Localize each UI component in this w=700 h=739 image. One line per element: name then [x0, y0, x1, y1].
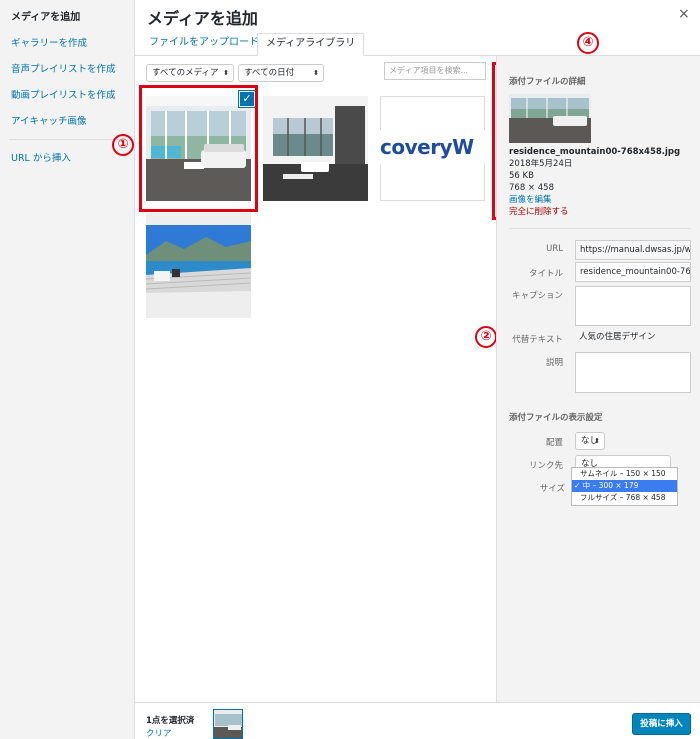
edit-image-link[interactable]: 画像を編集: [509, 195, 552, 206]
selected-thumb[interactable]: [213, 709, 243, 739]
attachment-filesize: 56 KB: [509, 171, 534, 181]
description-label: 説明: [545, 358, 563, 368]
media-thumb-logo-image[interactable]: coveryW: [380, 96, 485, 201]
align-select[interactable]: なし ⬍: [575, 432, 605, 450]
tab-media-library[interactable]: メディアライブラリ: [257, 33, 365, 56]
logo-image-text: coveryW: [380, 130, 485, 164]
attachment-dimensions: 768 × 458: [509, 183, 554, 193]
attachment-filename: residence_mountain00-768x458.jpg: [509, 147, 681, 157]
size-dropdown[interactable]: サムネイル – 150 × 150 ✓ 中 – 300 × 179 フルサイズ …: [571, 467, 678, 506]
title-label: タイトル: [528, 269, 563, 279]
sidebar-item-add-media[interactable]: メディアを追加: [11, 8, 134, 23]
media-tabs: ファイルをアップロード メディアライブラリ: [135, 30, 700, 56]
clear-selection-link[interactable]: クリア: [146, 727, 172, 739]
date-filter-value: すべての日付: [244, 68, 295, 78]
media-toolbar: 1点を選択済 クリア: [135, 702, 700, 739]
marker-2: ②: [475, 326, 497, 348]
alt-text-field[interactable]: 人気の住居デザイン: [575, 328, 691, 347]
delete-permanently-link[interactable]: 完全に削除する: [509, 207, 569, 218]
sidebar-separator: [9, 139, 126, 140]
mountain-pool-image: [146, 213, 251, 318]
caption-field[interactable]: [575, 286, 691, 326]
select-arrows-icon: ⬍: [223, 69, 229, 77]
white-lounge-image: [263, 96, 368, 201]
attachment-date: 2018年5月24日: [509, 159, 573, 169]
select-arrows-icon: ⬍: [594, 437, 600, 445]
media-type-filter[interactable]: すべてのメディア ⬍: [146, 64, 234, 82]
size-label: サイズ: [539, 484, 565, 494]
marker-4: ④: [577, 32, 599, 54]
date-filter[interactable]: すべての日付 ⬍: [238, 64, 324, 82]
details-divider: [509, 228, 691, 229]
media-type-filter-value: すべてのメディア: [152, 68, 219, 78]
url-field[interactable]: https://manual.dwsas.jp/wp: [575, 240, 691, 260]
marker-1: ①: [112, 134, 134, 156]
sidebar-item-featured-image[interactable]: アイキャッチ画像: [11, 113, 134, 127]
selected-thumb-image: [214, 710, 242, 738]
alt-text-label: 代替テキスト: [512, 335, 563, 345]
display-settings-heading: 添付ファイルの表示設定: [509, 413, 603, 423]
selection-count: 1点を選択済: [146, 716, 195, 726]
attachment-details-heading: 添付ファイルの詳細: [509, 77, 586, 87]
url-label: URL: [546, 244, 563, 254]
media-thumb-mountain-pool[interactable]: [146, 213, 251, 318]
caption-label: キャプション: [511, 291, 563, 301]
media-search-input[interactable]: メディア項目を検索...: [384, 62, 486, 80]
sidebar-item-audio-playlist[interactable]: 音声プレイリストを作成: [11, 61, 134, 75]
insert-into-post-button[interactable]: 投稿に挿入: [632, 713, 691, 735]
modal-title: メディアを追加: [147, 9, 258, 28]
highlight-box-thumbnail: [139, 85, 258, 212]
size-option-medium[interactable]: ✓ 中 – 300 × 179: [572, 480, 677, 492]
select-arrows-icon: ⬍: [313, 69, 319, 77]
title-field[interactable]: residence_mountain00-768: [575, 262, 691, 282]
align-label: 配置: [545, 438, 563, 448]
link-to-label: リンク先: [528, 461, 563, 471]
attachment-preview-image: [509, 94, 591, 143]
attachment-preview: [509, 94, 591, 143]
size-option-thumbnail[interactable]: サムネイル – 150 × 150: [572, 468, 677, 480]
size-option-full[interactable]: フルサイズ – 768 × 458: [572, 492, 677, 504]
tab-upload-files[interactable]: ファイルをアップロード: [141, 33, 267, 56]
close-icon[interactable]: ×: [678, 6, 690, 22]
media-thumb-white-lounge[interactable]: [263, 96, 368, 201]
sidebar-item-video-playlist[interactable]: 動画プレイリストを作成: [11, 87, 134, 101]
sidebar-item-create-gallery[interactable]: ギャラリーを作成: [11, 35, 134, 49]
media-sidebar: メディアを追加 ギャラリーを作成 音声プレイリストを作成 動画プレイリストを作成…: [0, 0, 135, 739]
description-field[interactable]: [575, 352, 691, 393]
